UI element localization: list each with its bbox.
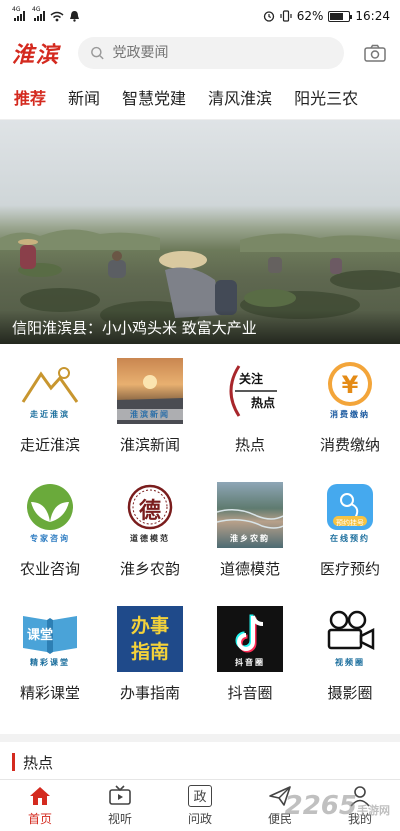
leaf-icon: 专家咨询 <box>17 482 83 548</box>
svg-text:¥: ¥ <box>342 371 359 399</box>
grid-item-huaibin-news[interactable]: 淮滨新闻 淮滨新闻 <box>100 358 200 482</box>
focus-hotspot-icon: 关注 热点 <box>217 358 283 424</box>
tab-smart-party[interactable]: 智慧党建 <box>122 85 186 109</box>
site-watermark: 2265手游网 <box>284 791 390 821</box>
notification-bell-icon <box>70 11 79 22</box>
feature-grid: 走近淮滨 走近淮滨 淮滨新闻 淮滨新闻 关注 热点 热点 ¥ 消费缴纳 消费缴纳… <box>0 344 400 730</box>
grid-item-payment[interactable]: ¥ 消费缴纳 消费缴纳 <box>300 358 400 482</box>
yuan-coin-icon: ¥ 消费缴纳 <box>317 358 383 424</box>
grid-item-photography[interactable]: 视频圈 摄影圈 <box>300 606 400 730</box>
nav-inquiry[interactable]: 政 问政 <box>160 780 240 831</box>
section-divider <box>0 734 400 742</box>
signal-icon: 4G <box>32 6 45 21</box>
camera-button[interactable] <box>362 40 388 66</box>
book-icon: 课堂 精彩课堂 <box>17 606 83 672</box>
banner-carousel[interactable]: 信阳淮滨县：小小鸡头米 致富大产业 <box>0 120 400 344</box>
search-input[interactable] <box>112 45 332 61</box>
banner-caption: 信阳淮滨县：小小鸡头米 致富大产业 <box>0 310 400 344</box>
tab-news[interactable]: 新闻 <box>68 85 100 109</box>
app-header: 淮滨 <box>0 32 400 74</box>
nav-media[interactable]: 视听 <box>80 780 160 831</box>
nav-home[interactable]: 首页 <box>0 780 80 831</box>
zheng-icon: 政 <box>188 784 212 807</box>
clock: 16:24 <box>355 9 390 23</box>
battery-percent: 62% <box>296 9 324 23</box>
mountain-icon: 走近淮滨 <box>17 358 83 424</box>
camera-icon: 视频圈 <box>317 606 383 672</box>
grid-item-hotspot[interactable]: 关注 热点 热点 <box>200 358 300 482</box>
tv-icon <box>109 784 131 805</box>
status-bar: 4G 4G 62% 16:24 <box>0 0 400 32</box>
camera-icon <box>364 44 386 62</box>
search-bar[interactable] <box>78 37 344 69</box>
home-icon <box>30 786 50 805</box>
signal-icon: 4G <box>12 6 25 21</box>
tab-recommend[interactable]: 推荐 <box>14 85 46 109</box>
grid-item-agri-consult[interactable]: 专家咨询 农业咨询 <box>0 482 100 606</box>
hotspot-section-header: 热点 <box>0 742 400 782</box>
terrace-photo-icon: 淮乡农韵 <box>217 482 283 548</box>
grid-item-rural-charm[interactable]: 德 道德模范 淮乡农韵 <box>100 482 200 606</box>
wifi-icon <box>50 11 64 21</box>
grid-item-medical-appointment[interactable]: 预约挂号 在线预约 医疗预约 <box>300 482 400 606</box>
category-tabs: 推荐 新闻 智慧党建 清风淮滨 阳光三农 <box>0 74 400 120</box>
de-seal-icon: 德 道德模范 <box>117 482 183 548</box>
grid-item-tiktok[interactable]: 抖音圈 抖音圈 <box>200 606 300 730</box>
guide-board-icon: 办事 指南 <box>117 606 183 672</box>
tiktok-icon: 抖音圈 <box>217 606 283 672</box>
medical-app-icon: 预约挂号 在线预约 <box>317 482 383 548</box>
section-title: 热点 <box>23 753 54 772</box>
search-icon <box>91 46 104 60</box>
battery-icon <box>328 10 353 22</box>
tab-clean-huaibin[interactable]: 清风淮滨 <box>208 85 272 109</box>
alarm-icon <box>263 11 274 22</box>
section-accent-bar <box>12 753 15 771</box>
tab-sunshine-agriculture[interactable]: 阳光三农 <box>294 85 358 109</box>
bottom-navigation: 首页 视听 政 问政 便民 我的 2265手游网 <box>0 779 400 831</box>
grid-item-moral-model[interactable]: 淮乡农韵 道德模范 <box>200 482 300 606</box>
grid-item-service-guide[interactable]: 办事 指南 办事指南 <box>100 606 200 730</box>
grid-item-visit-huaibin[interactable]: 走近淮滨 走近淮滨 <box>0 358 100 482</box>
app-logo: 淮滨 <box>12 42 61 68</box>
vibrate-icon <box>280 10 292 22</box>
sunset-photo-icon: 淮滨新闻 <box>117 358 183 424</box>
grid-item-classroom[interactable]: 课堂 精彩课堂 精彩课堂 <box>0 606 100 730</box>
